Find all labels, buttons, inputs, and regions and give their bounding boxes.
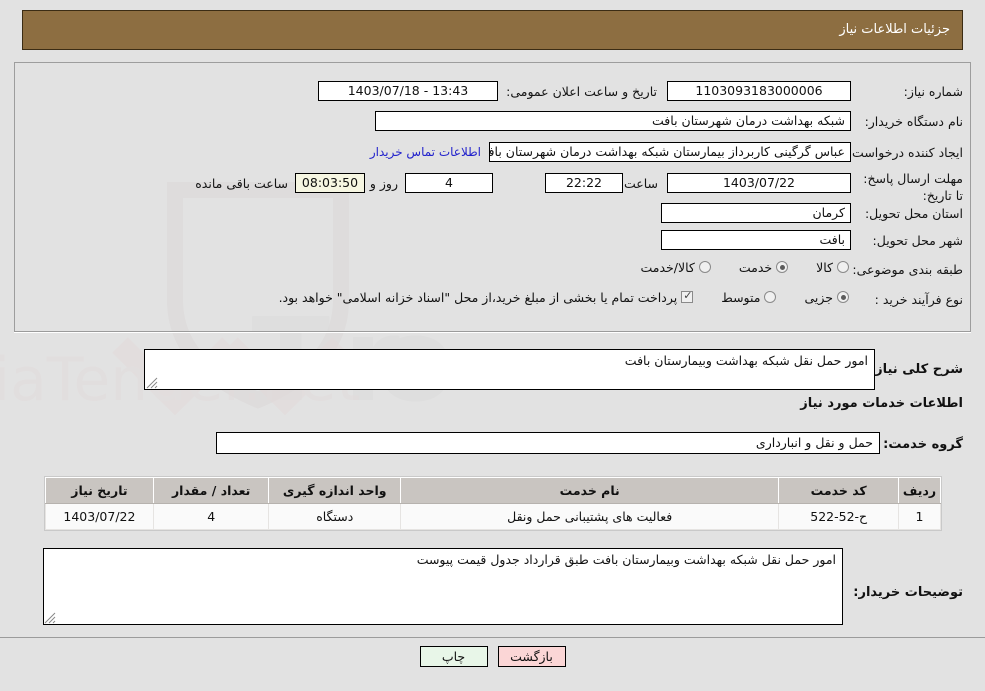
col-service-name: نام خدمت (400, 477, 780, 504)
radio-process-0-label: جزیی (804, 289, 833, 305)
buyer-contact-link[interactable]: اطلاعات تماس خریدار (370, 145, 481, 159)
footer-buttons: بازگشت چاپ (0, 646, 985, 667)
treasury-checkbox[interactable] (681, 289, 694, 303)
cell-unit: دستگاه (268, 503, 402, 530)
hour-label: ساعت (623, 176, 658, 191)
services-table: ردیف کد خدمت نام خدمت واحد اندازه گیری ت… (45, 477, 941, 530)
radio-category-2[interactable] (698, 261, 711, 273)
back-button[interactable]: بازگشت (497, 646, 566, 667)
radio-category-1-label: خدمت (738, 259, 773, 275)
buyer-notes-label: توضیحات خریدار: (853, 585, 963, 600)
buyer-org-value: شبکه بهداشت درمان شهرستان بافت (375, 111, 851, 131)
print-button[interactable]: چاپ (419, 646, 488, 667)
page-title: جزئیات اطلاعات نیاز (839, 22, 950, 37)
table-header-row: ردیف کد خدمت نام خدمت واحد اندازه گیری ت… (45, 477, 941, 504)
cell-quantity: 4 (152, 503, 270, 530)
cell-radif: 1 (898, 503, 941, 530)
col-quantity: تعداد / مقدار (152, 477, 270, 504)
province-label: استان محل تحویل: (864, 206, 963, 221)
need-number-label: شماره نیاز: (903, 84, 963, 99)
city-label: شهر محل تحویل: (872, 233, 963, 248)
service-group-label: گروه خدمت: (883, 437, 963, 452)
treasury-note: پرداخت تمام یا بخشی از مبلغ خرید،از محل … (278, 289, 678, 305)
radio-category-1[interactable] (776, 261, 789, 273)
radio-process-1[interactable] (764, 291, 777, 303)
radio-process-0[interactable] (837, 291, 849, 303)
countdown-value: 08:03:50 (295, 173, 365, 193)
days-remaining-value: 4 (405, 173, 493, 193)
page-header: جزئیات اطلاعات نیاز (22, 10, 963, 50)
need-summary-label: شرح کلی نیاز: (869, 362, 963, 377)
col-need-date: تاریخ نیاز (45, 477, 154, 504)
col-service-code: کد خدمت (778, 477, 900, 504)
details-panel-content: شماره نیاز: 1103093183000006 تاریخ و ساع… (22, 66, 963, 328)
cell-service-name: فعالیت های پشتیبانی حمل ونقل (400, 503, 780, 530)
days-label: روز و (369, 176, 398, 191)
table-row: 1 ح-52-522 فعالیت های پشتیبانی حمل ونقل … (45, 503, 941, 530)
col-radif: ردیف (898, 477, 941, 504)
deadline-time-value: 22:22 (545, 173, 623, 193)
radio-category-0[interactable] (837, 261, 849, 273)
category-label: طبقه بندی موضوعی: (852, 262, 963, 277)
radio-category-0-label: کالا (816, 259, 833, 275)
service-group-value: حمل و نقل و انبارداری (216, 432, 880, 454)
need-number-value: 1103093183000006 (667, 81, 851, 101)
deadline-label: مهلت ارسال پاسخ: تا تاریخ: (863, 171, 963, 203)
city-value: بافت (661, 230, 851, 250)
announcement-label: تاریخ و ساعت اعلان عمومی: (506, 84, 657, 99)
need-summary-textarea[interactable]: امور حمل نقل شبکه بهداشت وبیمارستان بافت (144, 349, 875, 390)
cell-need-date: 1403/07/22 (45, 503, 154, 530)
category-radio-group: کالا خدمت کالا/خدمت (618, 256, 855, 278)
services-section-heading: اطلاعات خدمات مورد نیاز (800, 396, 963, 411)
countdown-label: ساعت باقی مانده (195, 176, 288, 191)
deadline-date-value: 1403/07/22 (667, 173, 851, 193)
col-unit: واحد اندازه گیری (268, 477, 402, 504)
section-divider-top (14, 331, 971, 333)
process-label: نوع فرآیند خرید : (874, 292, 963, 307)
process-radio-group: جزیی متوسط پرداخت تمام یا بخشی از مبلغ خ… (279, 286, 855, 308)
cell-service-code: ح-52-522 (778, 503, 900, 530)
radio-process-1-label: متوسط (721, 289, 761, 305)
requester-label: ایجاد کننده درخواست: (847, 145, 963, 160)
buyer-org-label: نام دستگاه خریدار: (864, 114, 963, 129)
footer-divider (0, 637, 985, 638)
requester-value: عباس گرگینی کاربرداز بیمارستان شبکه بهدا… (489, 142, 851, 162)
announcement-value: 13:43 - 1403/07/18 (318, 81, 498, 101)
buyer-notes-textarea[interactable]: امور حمل نقل شبکه بهداشت وبیمارستان بافت… (43, 548, 843, 625)
services-table-wrapper: ردیف کد خدمت نام خدمت واحد اندازه گیری ت… (44, 476, 942, 531)
radio-category-2-label: کالا/خدمت (640, 259, 695, 275)
province-value: کرمان (661, 203, 851, 223)
